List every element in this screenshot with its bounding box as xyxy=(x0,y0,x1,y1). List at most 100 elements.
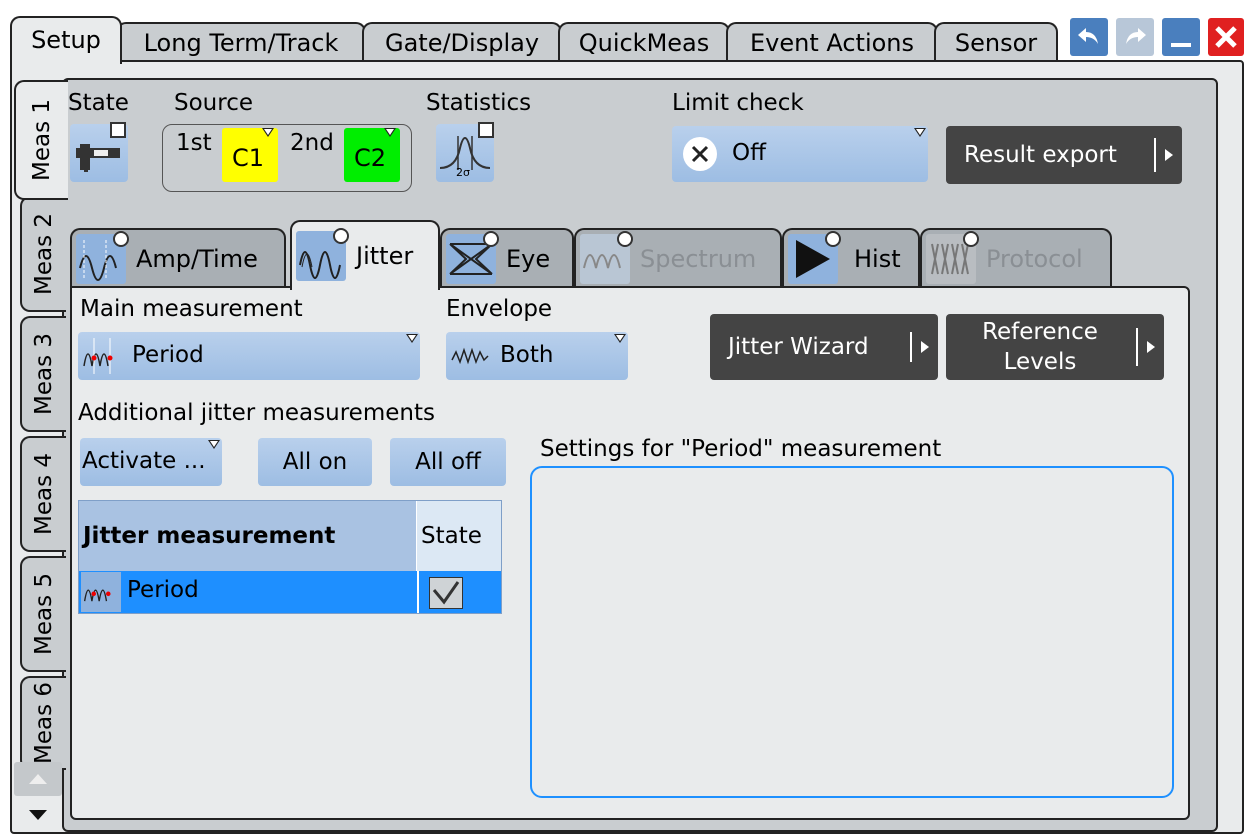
source-second-value: C2 xyxy=(354,144,387,172)
dropdown-arrow-icon xyxy=(262,128,274,137)
result-export-button[interactable]: Result export xyxy=(946,126,1182,184)
tab-meas-6[interactable]: Meas 6 xyxy=(20,676,66,770)
period-icon xyxy=(81,572,121,612)
reference-levels-button[interactable]: Reference Levels xyxy=(946,314,1164,380)
tab-event-actions[interactable]: Event Actions xyxy=(726,22,938,64)
limit-check-label: Limit check xyxy=(672,90,804,116)
redo-icon xyxy=(1126,28,1146,44)
redo-button[interactable] xyxy=(1116,18,1154,56)
jitter-table: Jitter measurement State Period xyxy=(78,500,502,614)
scroll-down-button[interactable] xyxy=(14,800,62,830)
table-row[interactable]: Period xyxy=(79,571,501,613)
envelope-icon xyxy=(451,347,489,365)
state-checkbox xyxy=(110,122,126,138)
tab-meas-4[interactable]: Meas 4 xyxy=(20,436,66,552)
submenu-arrow-icon xyxy=(1154,138,1182,172)
protocol-icon xyxy=(926,231,979,284)
tab-hist-label: Hist xyxy=(854,245,901,273)
arrow-down-icon xyxy=(29,810,47,820)
tab-gate-display[interactable]: Gate/Display xyxy=(362,22,562,64)
table-header-col2: State xyxy=(417,501,501,571)
period-icon xyxy=(83,338,113,374)
col-state: State xyxy=(421,523,482,549)
envelope-select[interactable]: Both xyxy=(446,332,628,380)
main-measurement-label: Main measurement xyxy=(80,296,303,322)
all-on-label: All on xyxy=(282,449,348,475)
checkmark-icon xyxy=(432,581,460,605)
scroll-up-button[interactable] xyxy=(14,762,62,796)
statistics-caption: 2σ xyxy=(456,166,470,179)
undo-icon xyxy=(1078,28,1098,44)
minimize-icon xyxy=(1171,43,1191,47)
row-period-name: Period xyxy=(127,577,199,603)
tab-meas-1-label: Meas 1 xyxy=(29,98,55,182)
tab-jitter[interactable]: Jitter xyxy=(290,220,440,290)
limit-check-select[interactable]: Off xyxy=(672,126,928,182)
jitter-wizard-button[interactable]: Jitter Wizard xyxy=(710,314,938,380)
dropdown-arrow-icon xyxy=(406,334,418,343)
dropdown-arrow-icon xyxy=(384,128,396,137)
additional-jitter-label: Additional jitter measurements xyxy=(78,400,435,426)
statistics-label: Statistics xyxy=(426,90,532,116)
tab-meas-6-label: Meas 6 xyxy=(31,681,57,765)
all-on-button[interactable]: All on xyxy=(258,438,372,486)
tab-meas-2[interactable]: Meas 2 xyxy=(20,196,66,312)
main-measurement-value: Period xyxy=(132,342,204,368)
col-jitter-measurement: Jitter measurement xyxy=(83,523,336,549)
all-off-button[interactable]: All off xyxy=(390,438,506,486)
statistics-checkbox xyxy=(478,122,494,138)
tab-spectrum-label: Spectrum xyxy=(640,245,757,273)
off-circle-icon xyxy=(683,137,717,171)
submenu-arrow-icon xyxy=(1136,328,1164,366)
activate-button[interactable]: Activate ... xyxy=(80,438,222,486)
jitter-wizard-label: Jitter Wizard xyxy=(728,334,869,360)
tab-meas-3-label: Meas 3 xyxy=(31,332,57,416)
undo-button[interactable] xyxy=(1070,18,1108,56)
envelope-value: Both xyxy=(500,342,554,368)
arrow-up-icon xyxy=(29,774,47,784)
statistics-toggle[interactable]: 2σ xyxy=(436,122,494,182)
dropdown-arrow-icon xyxy=(208,440,220,449)
reference-levels-line2: Levels xyxy=(1003,349,1077,375)
tab-meas-1[interactable]: Meas 1 xyxy=(14,80,68,200)
settings-box xyxy=(530,466,1174,798)
tab-spectrum[interactable]: Spectrum xyxy=(574,228,782,288)
tab-eye-label: Eye xyxy=(506,245,551,273)
submenu-arrow-icon xyxy=(910,332,938,362)
activate-label: Activate ... xyxy=(82,448,206,474)
jitter-icon xyxy=(296,228,349,281)
source-first-select[interactable]: C1 xyxy=(222,128,278,182)
envelope-label: Envelope xyxy=(446,296,553,322)
tab-sensor[interactable]: Sensor xyxy=(934,22,1058,64)
tab-meas-4-label: Meas 4 xyxy=(31,452,57,536)
tab-eye[interactable]: Eye xyxy=(440,228,574,288)
source-second-select[interactable]: C2 xyxy=(344,128,400,182)
tab-hist[interactable]: Hist xyxy=(782,228,920,288)
tab-setup[interactable]: Setup xyxy=(10,16,122,64)
dropdown-arrow-icon xyxy=(914,128,926,137)
source-first-label: 1st xyxy=(176,130,212,156)
result-export-label: Result export xyxy=(964,142,1117,168)
tab-long-term-track[interactable]: Long Term/Track xyxy=(116,22,366,64)
source-label: Source xyxy=(174,90,253,116)
tab-meas-3[interactable]: Meas 3 xyxy=(20,316,66,432)
reference-levels-line1: Reference xyxy=(982,319,1098,345)
reference-levels-label: Reference Levels xyxy=(946,317,1134,377)
row-period-state-checkbox[interactable] xyxy=(417,571,501,613)
tab-protocol[interactable]: Protocol xyxy=(920,228,1112,288)
tab-meas-5-label: Meas 5 xyxy=(31,572,57,656)
tab-quickmeas[interactable]: QuickMeas xyxy=(558,22,730,64)
state-toggle[interactable] xyxy=(70,122,128,182)
tab-meas-2-label: Meas 2 xyxy=(31,212,57,296)
eye-diagram-icon xyxy=(446,231,499,284)
minimize-button[interactable] xyxy=(1162,18,1200,56)
state-label: State xyxy=(68,90,129,116)
tab-meas-5[interactable]: Meas 5 xyxy=(20,556,66,672)
main-measurement-select[interactable]: Period xyxy=(78,332,420,380)
close-button[interactable] xyxy=(1208,18,1244,56)
histogram-icon xyxy=(788,231,841,284)
close-icon xyxy=(1215,26,1237,48)
dropdown-arrow-icon xyxy=(614,334,626,343)
all-off-label: All off xyxy=(415,449,481,475)
tab-amp-time[interactable]: Amp/Time xyxy=(70,228,286,288)
